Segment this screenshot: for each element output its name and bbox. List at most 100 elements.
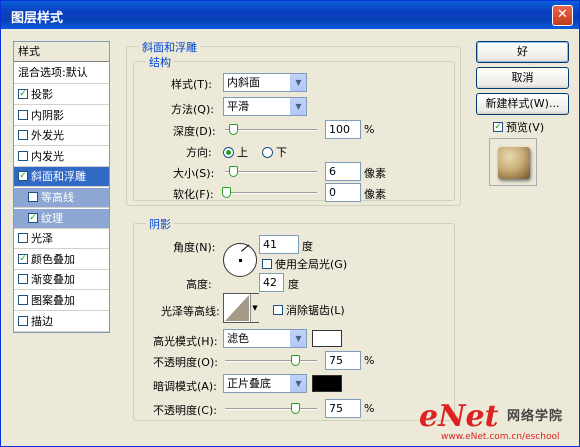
- styles-list: 样式 混合选项:默认 ✓ 投影 内阴影 外发光 内发光 ✓ 斜面和浮雕 等高线 ✓ 纹理 光泽 ✓ 颜色…: [13, 41, 110, 333]
- chevron-down-icon: ▼: [290, 375, 306, 392]
- style-item-3[interactable]: 外发光: [14, 126, 109, 147]
- check-icon[interactable]: ✓: [28, 212, 38, 223]
- shadow-opacity-unit: %: [364, 402, 375, 415]
- angle-dial[interactable]: [223, 243, 257, 277]
- highlight-mode-label: 高光模式(H):: [153, 335, 218, 348]
- style-item-label: 等高线: [41, 191, 74, 204]
- highlight-opacity-unit: %: [364, 354, 375, 367]
- style-item-label: 渐变叠加: [31, 273, 75, 287]
- highlight-opacity-slider[interactable]: [225, 355, 317, 366]
- style-item-11[interactable]: 图案叠加: [14, 291, 109, 311]
- style-item-label: 投影: [31, 88, 53, 101]
- highlight-opacity-input[interactable]: 75: [325, 351, 361, 370]
- shadow-mode-select[interactable]: 正片叠底 ▼: [223, 374, 307, 393]
- checkbox-icon[interactable]: [18, 233, 28, 244]
- style-item-9[interactable]: ✓ 颜色叠加: [14, 250, 109, 270]
- style-value: 内斜面: [227, 76, 260, 89]
- checkbox-icon[interactable]: [28, 192, 38, 202]
- style-select[interactable]: 内斜面 ▼: [223, 73, 307, 92]
- altitude-label: 高度:: [186, 278, 212, 291]
- checkbox-icon[interactable]: [18, 130, 28, 141]
- watermark-url: www.eNet.com.cn/eschool: [441, 432, 560, 442]
- window-title: 图层样式: [11, 11, 64, 26]
- shadow-opacity-input[interactable]: 75: [325, 399, 361, 418]
- direction-up-radio[interactable]: 上: [223, 144, 248, 160]
- preview-texture: [498, 147, 530, 179]
- cancel-button[interactable]: 取消: [476, 67, 569, 89]
- highlight-color-swatch[interactable]: [312, 330, 342, 347]
- chevron-down-icon: ▼: [290, 330, 306, 347]
- checkbox-icon[interactable]: [18, 315, 28, 326]
- checkbox-icon: [273, 305, 283, 315]
- global-light-label: 使用全局光(G): [275, 258, 348, 271]
- preview-label: 预览(V): [506, 121, 545, 134]
- checkbox-icon[interactable]: [18, 274, 28, 285]
- style-label: 样式(T):: [171, 78, 213, 91]
- style-item-12[interactable]: 描边: [14, 312, 109, 332]
- radio-icon: [262, 146, 273, 158]
- angle-input[interactable]: 41: [259, 235, 299, 254]
- chevron-down-icon: ▼: [290, 98, 306, 115]
- blending-options-item[interactable]: 混合选项:默认: [14, 63, 109, 84]
- size-input[interactable]: 6: [325, 162, 361, 181]
- depth-slider[interactable]: [225, 124, 317, 135]
- dial-center: [239, 259, 242, 262]
- close-icon[interactable]: ✕: [552, 5, 573, 26]
- altitude-input[interactable]: 42: [259, 273, 284, 292]
- gloss-contour-picker[interactable]: ▼: [223, 293, 259, 323]
- dial-needle: [241, 244, 250, 252]
- style-item-label: 内发光: [31, 149, 64, 163]
- style-item-label: 光泽: [31, 232, 53, 246]
- checkbox-icon[interactable]: [18, 150, 28, 161]
- style-item-8[interactable]: 光泽: [14, 229, 109, 250]
- size-slider-thumb[interactable]: [229, 166, 238, 177]
- preview-checkbox[interactable]: ✓ 预览(V): [493, 119, 544, 135]
- style-item-1[interactable]: ✓ 投影: [14, 85, 109, 105]
- style-item-6[interactable]: 等高线: [14, 188, 109, 208]
- soften-unit: 像素: [364, 188, 386, 201]
- checkbox-icon[interactable]: [18, 295, 28, 305]
- check-icon[interactable]: ✓: [18, 253, 28, 264]
- altitude-unit: 度: [288, 278, 299, 291]
- structure-legend: 结构: [146, 54, 174, 70]
- style-item-label: 颜色叠加: [31, 252, 75, 266]
- soften-input[interactable]: 0: [325, 183, 361, 202]
- shadow-opacity-thumb[interactable]: [291, 403, 300, 414]
- title-bar: 图层样式 ✕: [1, 1, 579, 29]
- watermark-brand: eNet: [419, 399, 499, 434]
- style-item-10[interactable]: 渐变叠加: [14, 270, 109, 291]
- soften-slider[interactable]: [222, 187, 317, 198]
- soften-slider-thumb[interactable]: [222, 187, 231, 198]
- style-item-5[interactable]: ✓ 斜面和浮雕: [14, 167, 109, 188]
- style-item-2[interactable]: 内阴影: [14, 106, 109, 126]
- contour-preview: [225, 295, 249, 321]
- style-item-label: 描边: [31, 314, 53, 328]
- global-light-checkbox[interactable]: 使用全局光(G): [262, 256, 347, 272]
- direction-down-radio[interactable]: 下: [262, 144, 287, 160]
- antialias-checkbox[interactable]: 消除锯齿(L): [273, 302, 345, 318]
- size-slider[interactable]: [225, 166, 317, 177]
- method-select[interactable]: 平滑 ▼: [223, 97, 307, 116]
- new-style-button[interactable]: 新建样式(W)...: [476, 93, 569, 115]
- highlight-mode-value: 滤色: [227, 332, 249, 345]
- highlight-mode-select[interactable]: 滤色 ▼: [223, 329, 307, 348]
- angle-unit: 度: [302, 240, 313, 253]
- style-item-7[interactable]: ✓ 纹理: [14, 208, 109, 229]
- shadow-color-swatch[interactable]: [312, 375, 342, 392]
- depth-input[interactable]: 100: [325, 120, 361, 139]
- highlight-opacity-thumb[interactable]: [291, 355, 300, 366]
- style-item-4[interactable]: 内发光: [14, 147, 109, 167]
- shadow-opacity-slider[interactable]: [225, 403, 317, 414]
- style-item-label: 斜面和浮雕: [31, 170, 86, 184]
- styles-header[interactable]: 样式: [14, 42, 109, 62]
- ok-button[interactable]: 好: [476, 41, 569, 63]
- shadow-mode-label: 暗调模式(A):: [153, 380, 217, 393]
- highlight-opacity-label: 不透明度(O):: [153, 356, 218, 369]
- bevel-emboss-legend: 斜面和浮雕: [139, 39, 200, 55]
- antialias-label: 消除锯齿(L): [286, 304, 345, 317]
- depth-slider-thumb[interactable]: [229, 124, 238, 135]
- checkbox-icon[interactable]: [18, 109, 28, 120]
- check-icon[interactable]: ✓: [18, 171, 28, 182]
- check-icon[interactable]: ✓: [18, 89, 28, 99]
- checkbox-icon: [262, 259, 272, 269]
